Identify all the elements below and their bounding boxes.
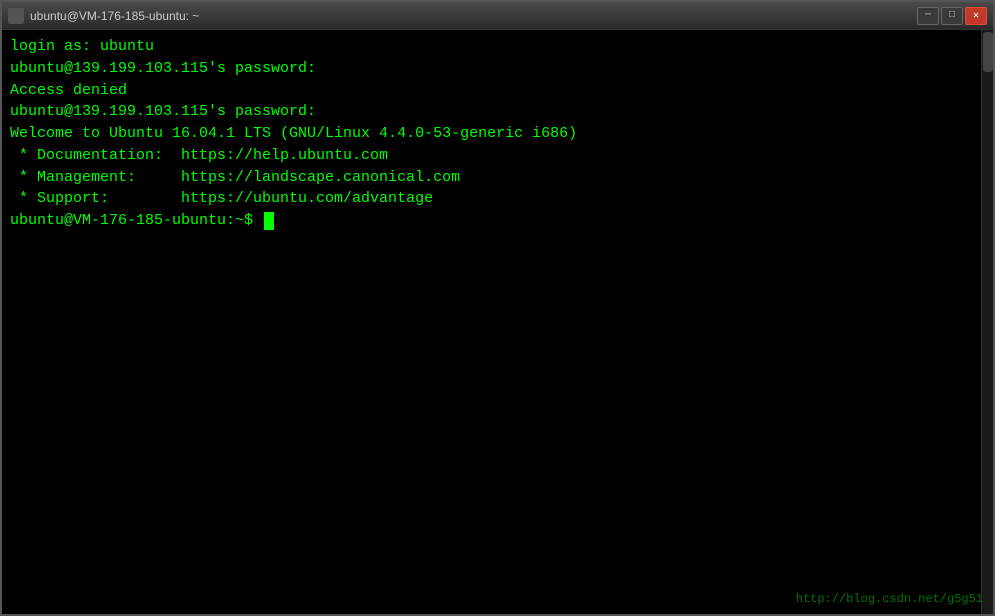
window-icon	[8, 8, 24, 24]
close-button[interactable]: ✕	[965, 7, 987, 25]
scrollbar-thumb[interactable]	[983, 32, 993, 72]
maximize-button[interactable]: □	[941, 7, 963, 25]
terminal-line-1: login as: ubuntu	[10, 36, 985, 58]
terminal-line-8: * Management: https://landscape.canonica…	[10, 167, 985, 189]
title-bar: ubuntu@VM-176-185-ubuntu: ~ ─ □ ✕	[2, 2, 993, 30]
minimize-button[interactable]: ─	[917, 7, 939, 25]
window-controls: ─ □ ✕	[917, 7, 987, 25]
window-title: ubuntu@VM-176-185-ubuntu: ~	[30, 9, 199, 23]
watermark: http://blog.csdn.net/g5g51	[796, 592, 983, 606]
terminal-line-2: ubuntu@139.199.103.115's password:	[10, 58, 985, 80]
title-bar-left: ubuntu@VM-176-185-ubuntu: ~	[8, 8, 199, 24]
terminal-line-3: Access denied	[10, 80, 985, 102]
terminal-line-9: * Support: https://ubuntu.com/advantage	[10, 188, 985, 210]
terminal-line-7: * Documentation: https://help.ubuntu.com	[10, 145, 985, 167]
terminal-cursor	[264, 212, 274, 230]
terminal-prompt: ubuntu@VM-176-185-ubuntu:~$	[10, 210, 262, 232]
terminal-line-4: ubuntu@139.199.103.115's password:	[10, 101, 985, 123]
terminal-window: ubuntu@VM-176-185-ubuntu: ~ ─ □ ✕ login …	[0, 0, 995, 616]
terminal-prompt-line: ubuntu@VM-176-185-ubuntu:~$	[10, 210, 985, 232]
scrollbar[interactable]	[981, 30, 993, 614]
terminal-line-5: Welcome to Ubuntu 16.04.1 LTS (GNU/Linux…	[10, 123, 985, 145]
terminal-body[interactable]: login as: ubuntu ubuntu@139.199.103.115'…	[2, 30, 993, 614]
